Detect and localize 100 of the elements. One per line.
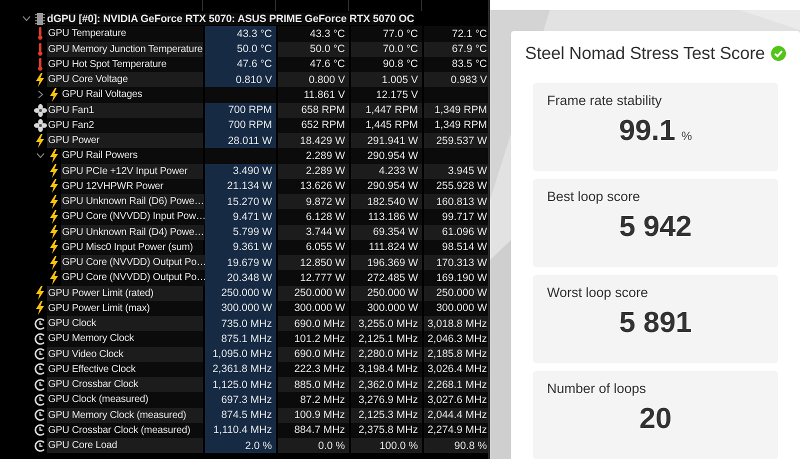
chevron-icon[interactable] — [22, 14, 30, 24]
table-cell: 43.3 °C — [278, 26, 349, 42]
table-cell: 170.313 W — [424, 255, 488, 270]
table-cell: 3.744 W — [278, 224, 349, 240]
clock-icon — [34, 363, 46, 376]
table-cell: 3,026.4 MHz — [424, 362, 488, 377]
sensor-name[interactable]: GPU Memory Clock — [47, 331, 203, 346]
table-cell: 100.0 % — [351, 438, 422, 454]
table-cell: 160.813 W — [424, 194, 488, 210]
table-cell: 690.0 MHz — [278, 346, 349, 362]
table-cell: 61.096 W — [424, 224, 488, 240]
table-cell: 3,018.8 MHz — [424, 316, 488, 332]
metric-value: 5 942 — [619, 211, 692, 244]
sensor-name[interactable]: GPU Memory Clock (measured) — [47, 408, 203, 423]
table-cell: 884.7 MHz — [278, 422, 349, 438]
lightning-icon — [35, 286, 45, 300]
sensor-name[interactable]: GPU Rail Powers — [61, 148, 203, 164]
table-cell: 70.0 °C — [351, 42, 422, 57]
empty-cell — [205, 87, 276, 102]
table-cell: 101.2 MHz — [278, 331, 349, 346]
table-cell: 3.490 W — [205, 164, 276, 179]
sensor-name[interactable]: GPU Unknown Rail (D6) Powe… — [61, 194, 204, 210]
table-cell: 4.233 W — [351, 164, 422, 179]
table-cell: 28.011 W — [205, 133, 276, 148]
table-cell: 3,276.9 MHz — [351, 392, 422, 408]
table-cell: 272.485 W — [351, 270, 422, 286]
chevron-icon[interactable] — [36, 151, 44, 160]
sensor-name[interactable]: GPU Core (NVVDD) Output Po… — [61, 255, 206, 270]
sensor-name[interactable]: GPU Misc0 Input Power (sum) — [61, 240, 203, 255]
table-cell: 99.717 W — [424, 209, 488, 224]
sensor-name[interactable]: GPU Unknown Rail (D4) Powe… — [61, 224, 204, 240]
clock-icon — [34, 394, 46, 406]
sensor-name[interactable]: GPU Crossbar Clock (measured) — [47, 422, 203, 438]
sensor-name[interactable]: GPU Fan2 — [47, 118, 203, 133]
table-cell: 83.5 °C — [424, 56, 488, 72]
table-cell: 1.005 V — [351, 72, 422, 88]
sensor-name[interactable]: GPU Power Limit (rated) — [47, 286, 203, 301]
clock-icon — [34, 318, 46, 330]
lightning-icon — [35, 134, 45, 148]
sensor-name[interactable]: GPU Memory Junction Temperature — [47, 42, 203, 57]
table-cell: 3,027.6 MHz — [424, 392, 488, 408]
sensor-name[interactable]: GPU Effective Clock — [47, 362, 203, 377]
table-cell: 0.800 V — [278, 72, 349, 88]
sensor-name[interactable]: GPU Hot Spot Temperature — [47, 56, 203, 72]
sensor-name[interactable]: GPU Power Limit (max) — [47, 300, 203, 316]
table-cell: 2,280.0 MHz — [351, 346, 422, 362]
table-cell: 15.270 W — [205, 194, 276, 210]
table-cell: 2,268.1 MHz — [424, 377, 488, 392]
table-cell: 100.9 MHz — [278, 408, 349, 423]
sensor-name[interactable]: GPU Clock — [47, 316, 203, 332]
sensor-name[interactable]: GPU Fan1 — [47, 102, 203, 118]
table-cell: 2,185.8 MHz — [424, 346, 488, 362]
table-cell: 250.000 W — [278, 286, 349, 301]
sensor-name[interactable]: GPU PCIe +12V Input Power — [61, 164, 203, 179]
sensor-name[interactable]: GPU Core (NVVDD) Input Pow… — [61, 209, 206, 224]
table-cell: 2.0 % — [205, 438, 276, 454]
table-cell: 18.429 W — [278, 133, 349, 148]
sensor-name[interactable]: GPU Clock (measured) — [47, 392, 203, 408]
table-cell: 196.369 W — [351, 255, 422, 270]
table-cell: 47.6 °C — [205, 56, 276, 72]
clock-icon — [34, 348, 46, 360]
table-cell: 12.777 W — [278, 270, 349, 286]
metric-value: 99.1 — [618, 115, 676, 148]
table-cell: 50.0 °C — [278, 42, 349, 57]
table-cell: 0.0 % — [278, 438, 349, 454]
lightning-icon — [49, 240, 59, 254]
sensor-name[interactable]: GPU Core Voltage — [47, 72, 203, 88]
device-name[interactable]: dGPU [#0]: NVIDIA GeForce RTX 5070: ASUS PRIME GeForce RTX 5070 OC — [47, 12, 414, 25]
sensor-name[interactable]: GPU Video Clock — [47, 346, 203, 362]
table-cell: 652 RPM — [278, 118, 349, 133]
chevron-icon[interactable] — [36, 90, 44, 100]
table-cell: 2.289 W — [278, 164, 349, 179]
lightning-icon — [49, 194, 59, 209]
lightning-icon — [49, 225, 59, 240]
table-cell: 69.354 W — [351, 224, 422, 240]
sensor-name[interactable]: GPU Core Load — [47, 438, 203, 454]
sensor-name[interactable]: GPU Crossbar Clock — [47, 377, 203, 392]
table-cell: 1,447 RPM — [351, 102, 422, 118]
sensor-name[interactable]: GPU Power — [47, 133, 203, 148]
table-cell: 250.000 W — [424, 286, 488, 301]
sensor-name[interactable]: GPU 12VHPWR Power — [61, 178, 203, 194]
clock-icon — [34, 332, 46, 345]
metric-value: 5 891 — [619, 307, 692, 340]
table-cell: 2,361.8 MHz — [205, 362, 276, 377]
lightning-icon — [49, 256, 59, 270]
clock-icon — [34, 409, 46, 422]
table-cell: 11.861 V — [278, 87, 349, 102]
clock-icon — [34, 378, 46, 391]
sensor-name[interactable]: GPU Rail Voltages — [61, 87, 203, 102]
lightning-icon — [49, 179, 59, 194]
table-cell: 19.679 W — [205, 255, 276, 270]
sensor-name[interactable]: GPU Core (NVVDD) Output Po… — [61, 270, 206, 286]
sensor-name[interactable]: GPU Temperature — [47, 26, 203, 42]
table-cell: 2,375.8 MHz — [351, 422, 422, 438]
table-cell: 885.0 MHz — [278, 377, 349, 392]
table-cell: 2,274.9 MHz — [424, 422, 488, 438]
table-cell: 259.537 W — [424, 133, 488, 148]
table-cell: 0.810 V — [205, 72, 276, 88]
table-cell: 113.186 W — [351, 209, 422, 224]
table-cell: 1,349 RPM — [424, 118, 488, 133]
